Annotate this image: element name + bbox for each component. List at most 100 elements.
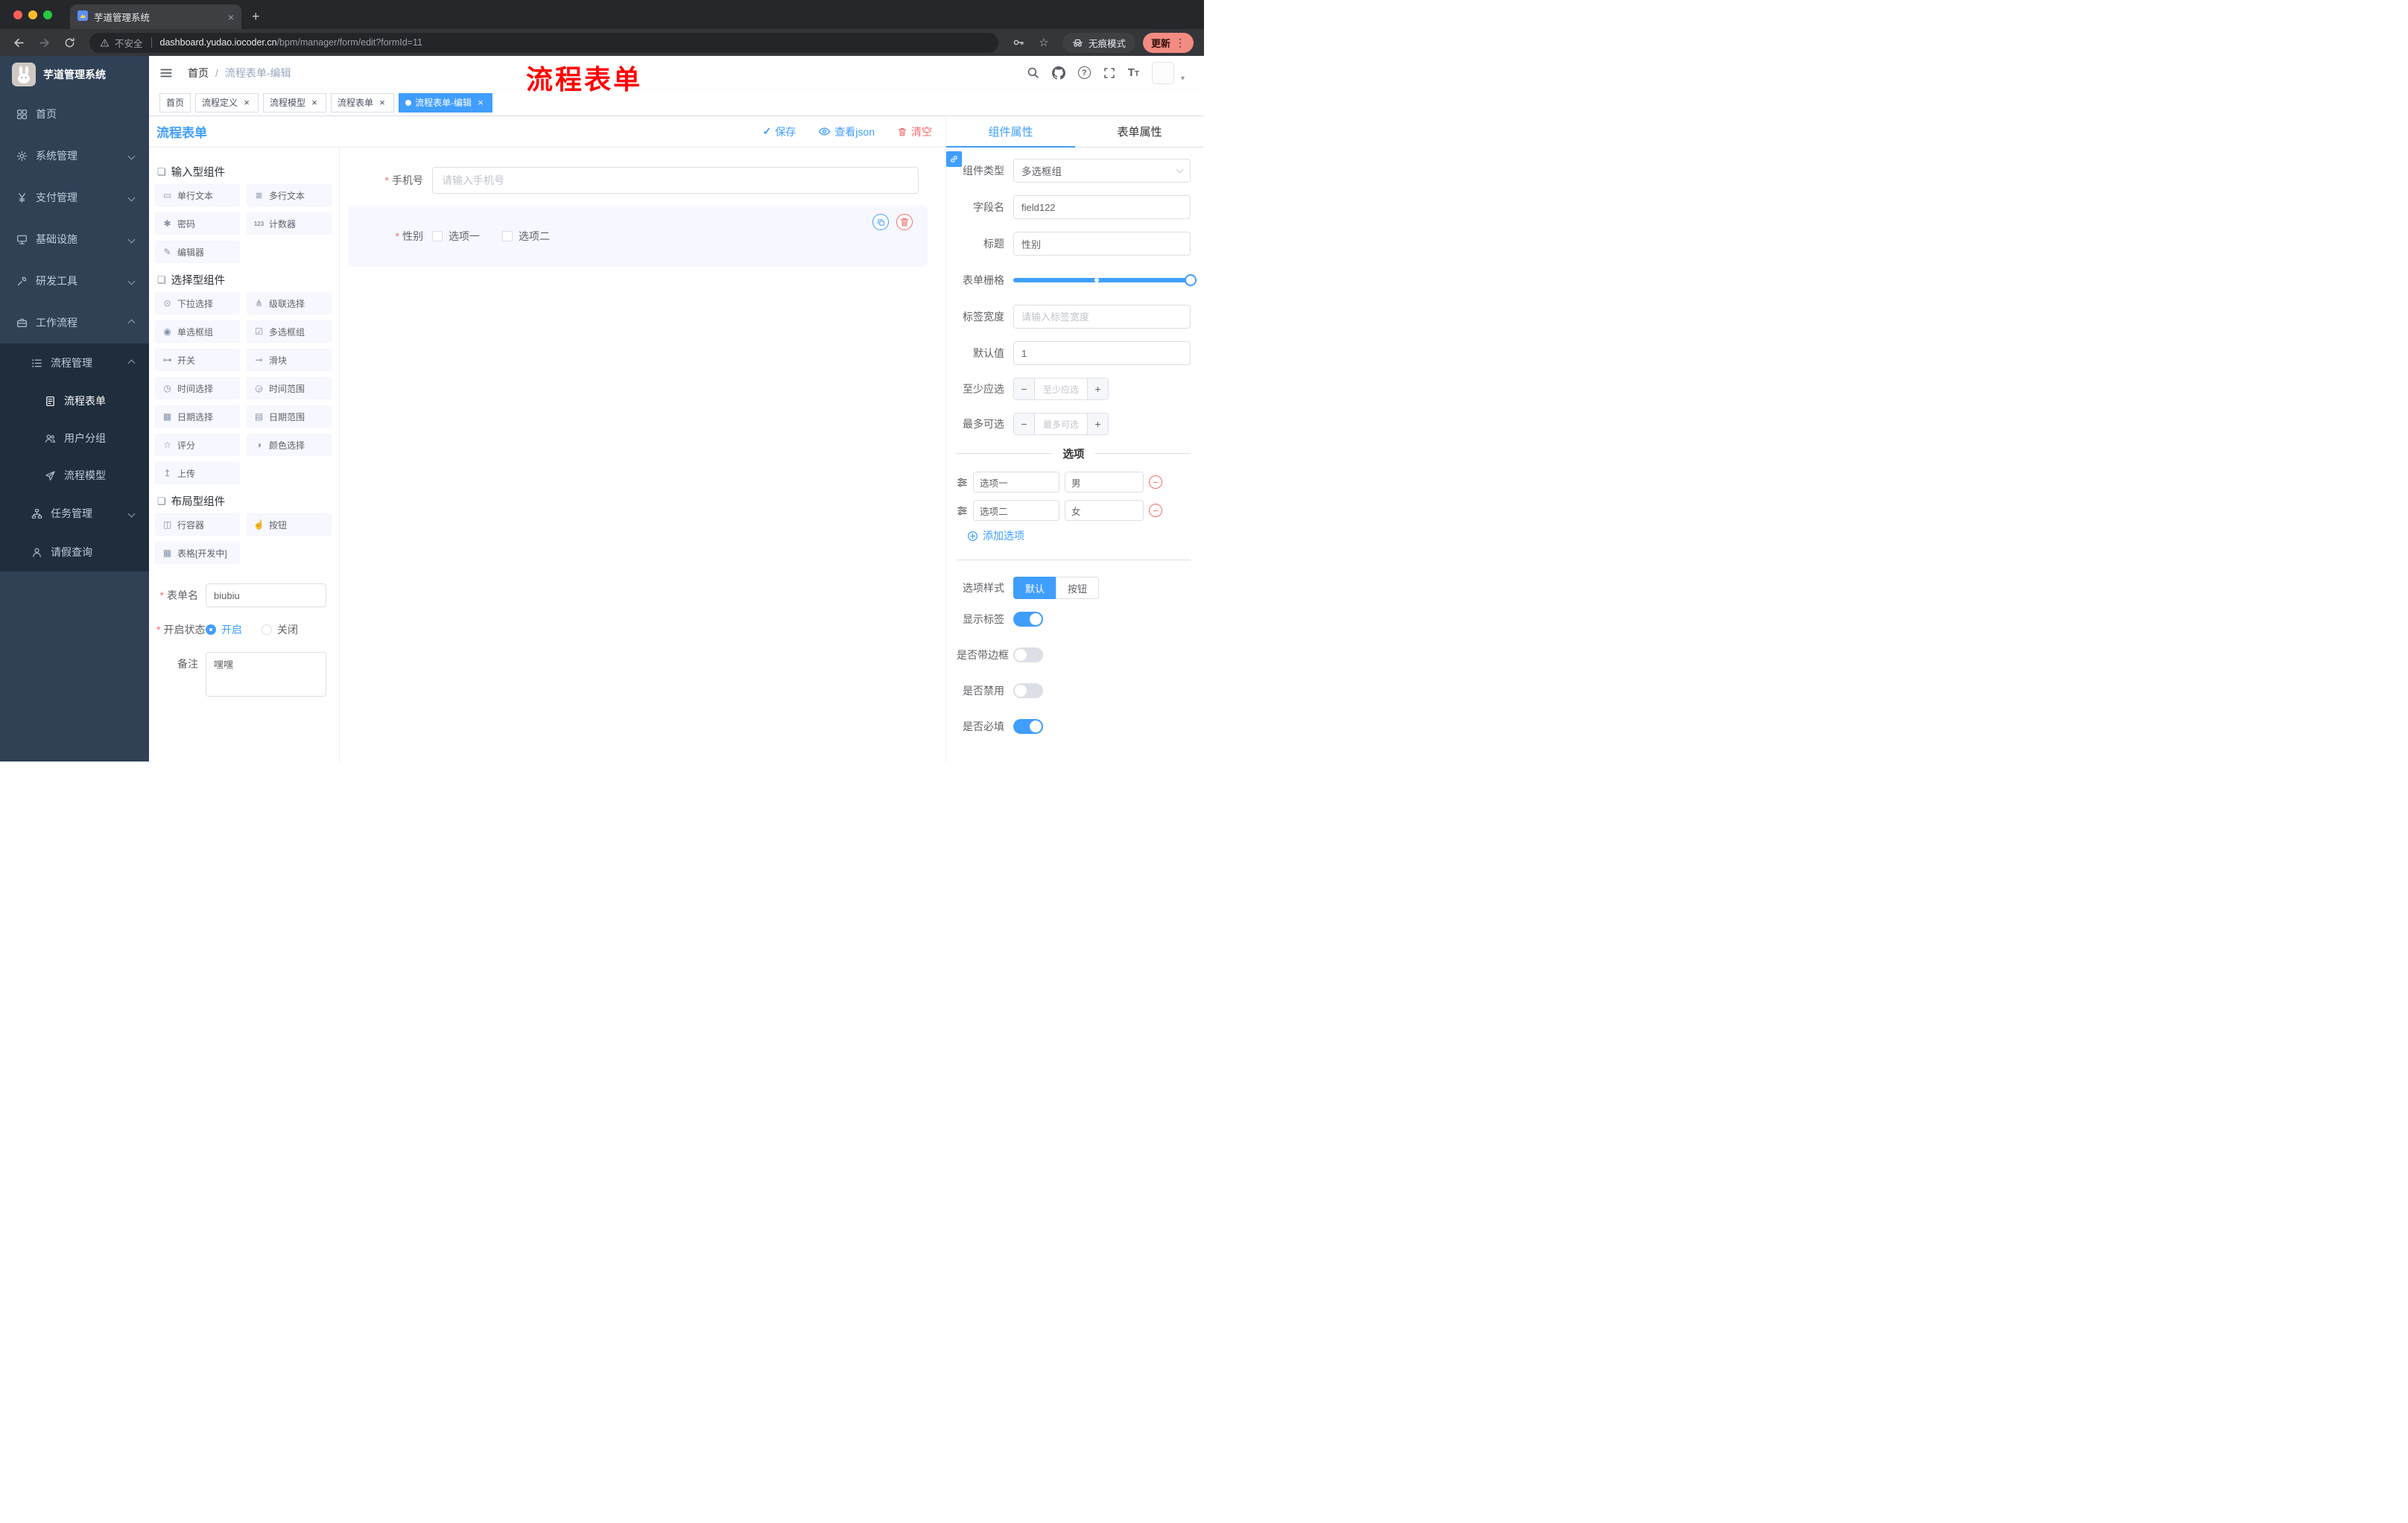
github-icon[interactable] bbox=[1051, 66, 1065, 80]
sidebar-item-task-mgmt[interactable]: 任务管理 bbox=[0, 494, 149, 533]
maximize-window-button[interactable] bbox=[43, 10, 52, 19]
palette-item-button[interactable]: ☝ 按钮 bbox=[247, 513, 332, 536]
form-canvas[interactable]: 手机号请输入手机号性别 选项一 选项二 bbox=[340, 148, 945, 762]
sidebar-item-workflow[interactable]: 工作流程 bbox=[0, 302, 149, 343]
tab-close-icon[interactable]: × bbox=[228, 11, 234, 23]
back-icon[interactable] bbox=[7, 32, 30, 53]
minimize-window-button[interactable] bbox=[28, 10, 37, 19]
tag-close-icon[interactable]: × bbox=[241, 98, 252, 108]
form-grid-slider[interactable] bbox=[1013, 268, 1197, 292]
default-value-input[interactable] bbox=[1013, 341, 1191, 365]
stepper-value[interactable]: 最多可选 bbox=[1035, 414, 1087, 434]
option-value-input[interactable] bbox=[1065, 500, 1144, 521]
reload-icon[interactable] bbox=[58, 32, 80, 53]
palette-item-time-picker[interactable]: ◷ 时间选择 bbox=[155, 377, 240, 399]
tag-process-model[interactable]: 流程模型 × bbox=[263, 92, 327, 113]
label-width-input[interactable] bbox=[1013, 305, 1191, 329]
increase-button[interactable]: + bbox=[1087, 379, 1108, 399]
palette-item-slider[interactable]: ⊸ 滑块 bbox=[247, 349, 332, 371]
status-on-radio[interactable]: 开启 bbox=[206, 622, 242, 637]
sidebar-item-infrastructure[interactable]: 基础设施 bbox=[0, 218, 149, 260]
sidebar-item-devtools[interactable]: 研发工具 bbox=[0, 260, 149, 302]
field-name-input[interactable] bbox=[1013, 195, 1191, 219]
palette-item-checkbox-group[interactable]: ☑ 多选框组 bbox=[247, 320, 332, 343]
option-value-input[interactable] bbox=[1065, 472, 1144, 493]
sidebar-item-home[interactable]: 首页 bbox=[0, 93, 149, 135]
palette-item-color-picker[interactable]: ◑ 颜色选择 bbox=[247, 434, 332, 456]
palette-item-upload[interactable]: ↥ 上传 bbox=[155, 462, 240, 484]
palette-item-password[interactable]: ✱ 密码 bbox=[155, 212, 240, 235]
required-switch[interactable] bbox=[1013, 719, 1043, 734]
form-remark-input[interactable]: 嘿嘿 bbox=[206, 652, 326, 697]
bookmark-star-icon[interactable]: ☆ bbox=[1033, 32, 1055, 53]
palette-item-table[interactable]: ▦ 表格[开发中] bbox=[155, 542, 240, 564]
show-label-switch[interactable] bbox=[1013, 612, 1043, 627]
sidebar-item-leave-query[interactable]: 请假查询 bbox=[0, 533, 149, 571]
breadcrumb-home[interactable]: 首页 bbox=[188, 66, 209, 80]
font-size-icon[interactable]: TT bbox=[1128, 66, 1139, 79]
checkbox-option[interactable]: 选项一 bbox=[432, 229, 480, 244]
palette-item-radio-group[interactable]: ◉ 单选框组 bbox=[155, 320, 240, 343]
tag-close-icon[interactable]: × bbox=[309, 98, 320, 108]
tag-close-icon[interactable]: × bbox=[475, 98, 486, 108]
fullscreen-icon[interactable] bbox=[1103, 67, 1115, 79]
form-name-input[interactable] bbox=[206, 583, 326, 607]
palette-item-single-line-text[interactable]: ▭ 单行文本 bbox=[155, 184, 240, 206]
palette-item-select[interactable]: ⊙ 下拉选择 bbox=[155, 292, 240, 314]
palette-item-date-picker[interactable]: ▦ 日期选择 bbox=[155, 405, 240, 428]
canvas-field-phone[interactable]: 手机号请输入手机号 bbox=[349, 159, 928, 201]
palette-item-row-container[interactable]: ◫ 行容器 bbox=[155, 513, 240, 536]
slider-handle[interactable] bbox=[1185, 274, 1197, 286]
increase-button[interactable]: + bbox=[1087, 414, 1108, 434]
link-icon[interactable] bbox=[946, 151, 962, 167]
tag-process-form[interactable]: 流程表单 × bbox=[331, 92, 395, 113]
sidebar-item-process-model[interactable]: 流程模型 bbox=[0, 457, 149, 494]
status-off-radio[interactable]: 关闭 bbox=[262, 622, 298, 637]
forward-icon[interactable] bbox=[33, 32, 55, 53]
tag-close-icon[interactable]: × bbox=[377, 98, 387, 108]
sidebar-item-process-form[interactable]: 流程表单 bbox=[0, 382, 149, 419]
sidebar-logo[interactable]: 芋道管理系统 bbox=[0, 56, 149, 93]
tag-home[interactable]: 首页 bbox=[159, 92, 191, 113]
tab-form-props[interactable]: 表单属性 bbox=[1075, 116, 1204, 147]
sidebar-item-user-group[interactable]: 用户分组 bbox=[0, 419, 149, 457]
with-border-switch[interactable] bbox=[1013, 647, 1043, 662]
option-name-input[interactable] bbox=[973, 472, 1059, 493]
decrease-button[interactable]: − bbox=[1014, 414, 1035, 434]
close-window-button[interactable] bbox=[13, 10, 22, 19]
help-icon[interactable]: ? bbox=[1077, 66, 1091, 79]
clear-button[interactable]: 清空 bbox=[897, 124, 932, 139]
sidebar-item-payment-mgmt[interactable]: 支付管理 bbox=[0, 177, 149, 218]
canvas-field-gender[interactable]: 性别 选项一 选项二 bbox=[349, 206, 928, 267]
remove-option-button[interactable]: − bbox=[1149, 504, 1162, 517]
checkbox-option[interactable]: 选项二 bbox=[502, 229, 550, 244]
save-button[interactable]: ✓ 保存 bbox=[763, 124, 796, 139]
palette-item-editor[interactable]: ✎ 编辑器 bbox=[155, 241, 240, 263]
max-select-stepper[interactable]: − 最多可选 + bbox=[1013, 413, 1109, 435]
browser-tab[interactable]: 芋道管理系统 × bbox=[70, 4, 241, 29]
password-key-icon[interactable] bbox=[1007, 32, 1030, 53]
palette-item-time-range[interactable]: ◶ 时间范围 bbox=[247, 377, 332, 399]
palette-item-counter[interactable]: 123 计数器 bbox=[247, 212, 332, 235]
hamburger-icon[interactable] bbox=[159, 66, 176, 80]
stepper-value[interactable]: 至少应选 bbox=[1035, 379, 1087, 399]
update-button[interactable]: 更新 ⋮ bbox=[1142, 32, 1194, 53]
tag-process-definition[interactable]: 流程定义 × bbox=[195, 92, 259, 113]
copy-component-button[interactable] bbox=[872, 214, 889, 230]
disabled-switch[interactable] bbox=[1013, 683, 1043, 698]
search-icon[interactable] bbox=[1027, 66, 1039, 79]
avatar[interactable] bbox=[1151, 61, 1174, 84]
palette-item-switch[interactable]: ⊶ 开关 bbox=[155, 349, 240, 371]
drag-handle-icon[interactable] bbox=[957, 505, 968, 516]
title-input[interactable] bbox=[1013, 232, 1191, 256]
view-json-button[interactable]: 查看json bbox=[818, 124, 875, 139]
component-type-select[interactable]: 多选框组 bbox=[1013, 159, 1191, 183]
decrease-button[interactable]: − bbox=[1014, 379, 1035, 399]
palette-item-cascader[interactable]: ⋔ 级联选择 bbox=[247, 292, 332, 314]
sidebar-item-process-mgmt[interactable]: 流程管理 bbox=[0, 343, 149, 382]
add-option-button[interactable]: 添加选项 bbox=[967, 528, 1191, 543]
browser-menu-icon[interactable]: ⋮ bbox=[1175, 37, 1185, 49]
field-input[interactable]: 请输入手机号 bbox=[432, 167, 919, 194]
tag-process-form-edit[interactable]: 流程表单-编辑 × bbox=[399, 92, 493, 113]
address-bar[interactable]: 不安全 dashboard.yudao.iocoder.cn/bpm/manag… bbox=[89, 32, 998, 53]
